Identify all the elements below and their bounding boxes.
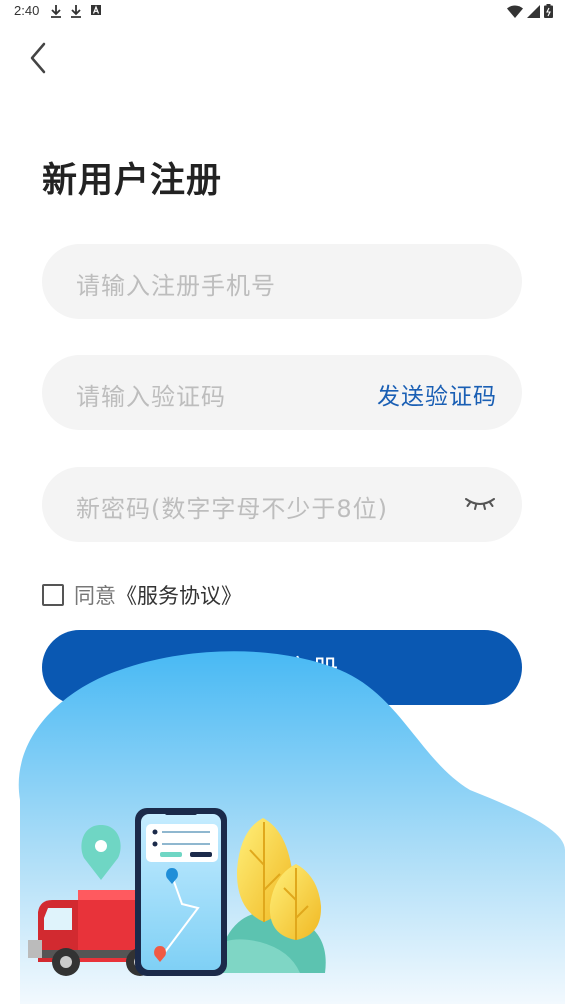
agreement-link[interactable]: 《服务协议》 xyxy=(116,580,242,610)
phone-placeholder: 请输入注册手机号 xyxy=(76,272,276,300)
chevron-left-icon xyxy=(30,42,46,74)
agree-row: 同意 《服务协议》 xyxy=(42,580,242,610)
signal-icon xyxy=(527,4,540,18)
page-title: 新用户注册 xyxy=(42,161,223,201)
agree-text: 同意 xyxy=(74,584,116,608)
status-icons-left xyxy=(50,4,102,18)
password-placeholder: 新密码(数字字母不少于8位) xyxy=(76,495,388,523)
phone-map-icon xyxy=(135,808,227,976)
phone-field[interactable]: 请输入注册手机号 xyxy=(42,244,522,319)
send-code-button[interactable]: 发送验证码 xyxy=(377,377,497,411)
code-placeholder: 请输入验证码 xyxy=(76,383,226,411)
download-icon xyxy=(71,5,81,18)
agree-checkbox[interactable] xyxy=(42,584,64,606)
code-field[interactable]: 请输入验证码 发送验证码 xyxy=(42,355,522,430)
download-icon xyxy=(51,5,61,18)
password-field[interactable]: 新密码(数字字母不少于8位) xyxy=(42,467,522,542)
a-icon xyxy=(91,5,101,15)
eye-closed-icon[interactable] xyxy=(464,494,496,512)
status-icons-right xyxy=(507,4,553,18)
back-button[interactable] xyxy=(22,40,54,76)
status-bar: 2:40 xyxy=(0,0,565,24)
status-time: 2:40 xyxy=(14,3,40,18)
battery-icon xyxy=(544,4,553,18)
illustration xyxy=(18,651,565,1004)
wifi-icon xyxy=(507,5,523,18)
